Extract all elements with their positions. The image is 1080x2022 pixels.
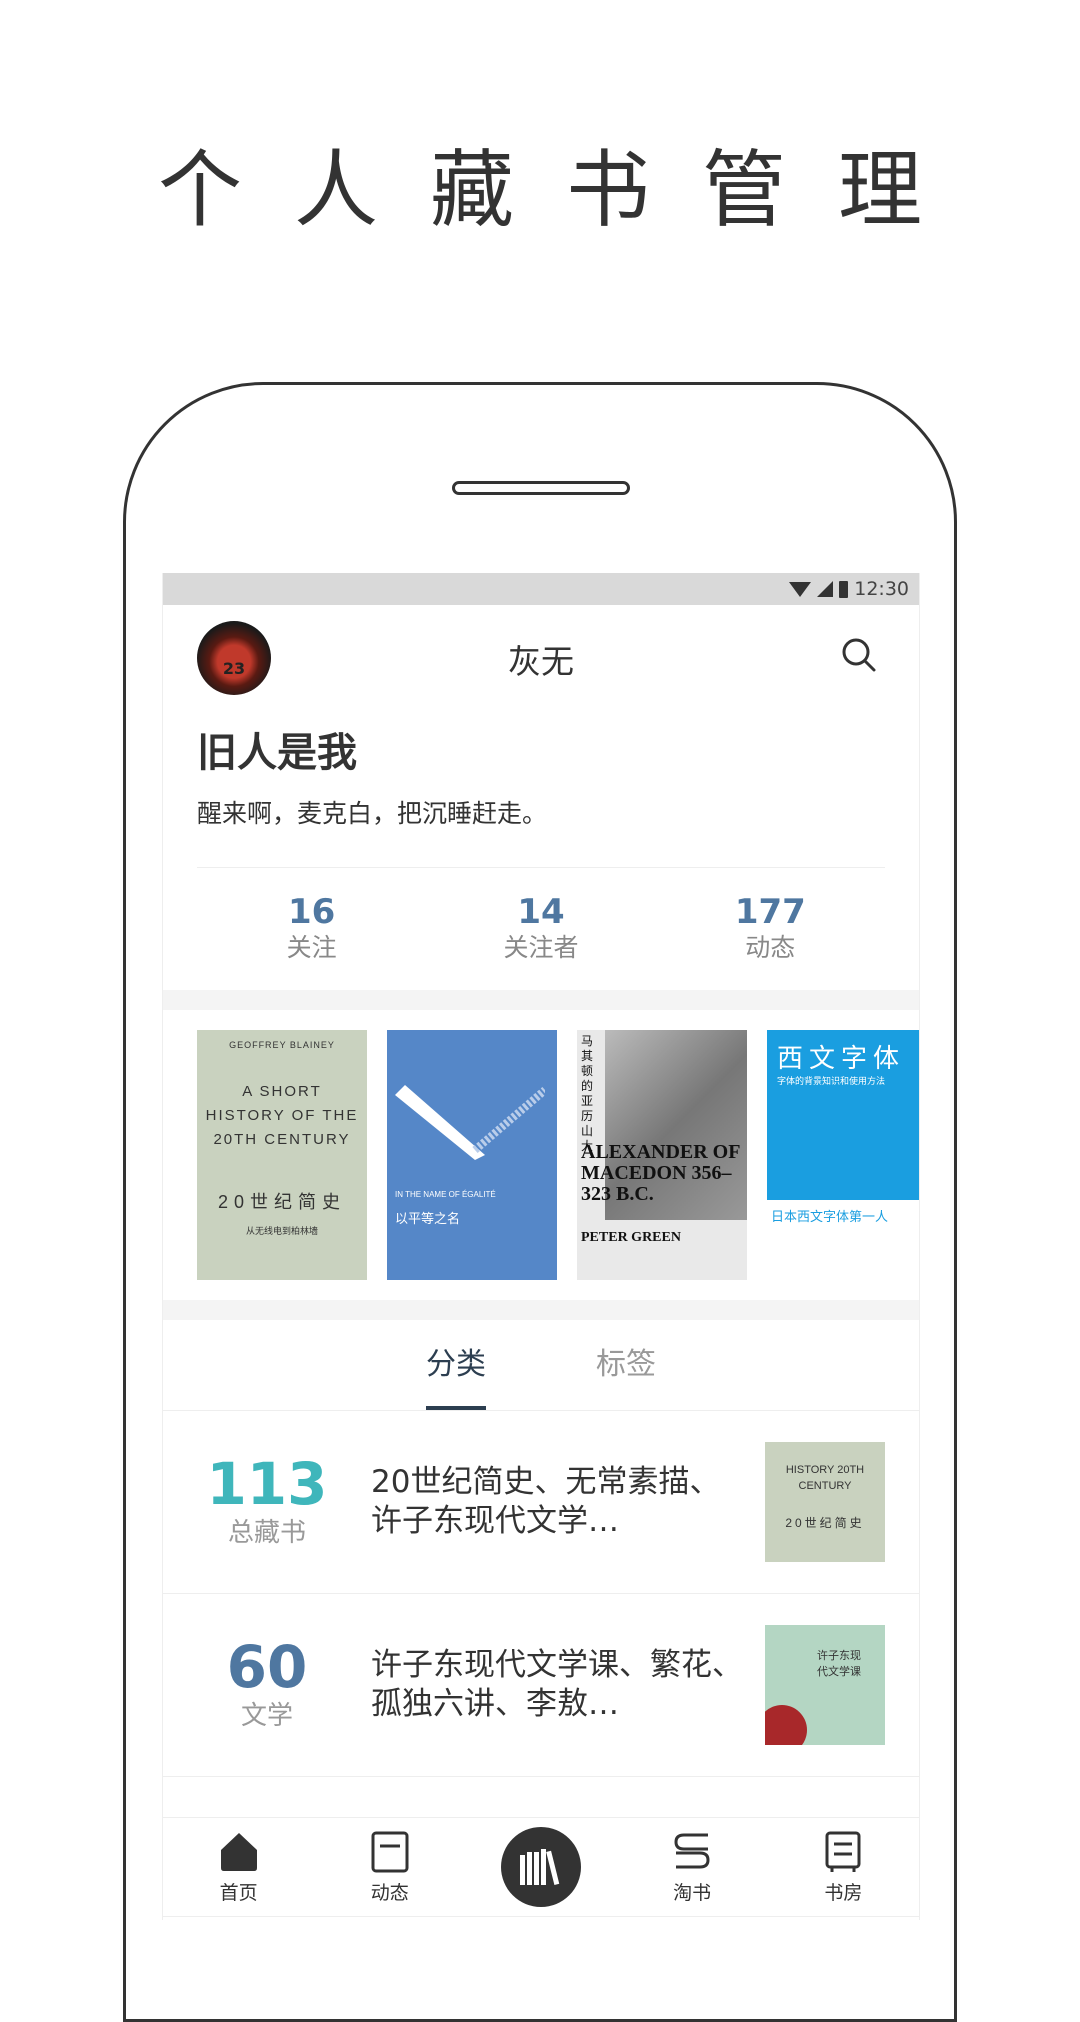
battery-icon [839, 580, 849, 598]
app-header: 23 灰无 [163, 605, 919, 705]
category-thumbnail: 许子东现代文学课 [765, 1625, 885, 1745]
stat-label: 关注 [286, 933, 337, 962]
category-count: 113 [206, 1450, 328, 1518]
category-books: 20世纪简史、无常素描、许子东现代文学… [371, 1464, 721, 1539]
stat-activity[interactable]: 177 动态 [690, 894, 850, 966]
tab-tags[interactable]: 标签 [596, 1320, 656, 1410]
promo-title: 个人藏书管理 [157, 141, 974, 239]
book-subtitle: 字体的背景知识和使用方法 [777, 1076, 886, 1086]
book-subtitle: 从无线电到柏林墙 [245, 1226, 318, 1236]
book-title-cn: 马其顿的亚历山大 [581, 1034, 594, 1153]
stat-value: 16 [287, 892, 336, 932]
nav-label: 淘书 [673, 1881, 712, 1904]
book-cover[interactable]: 马其顿的亚历山大 ALEXANDER OF MACEDON 356–323 B.… [577, 1030, 747, 1280]
book-cover[interactable]: IN THE NAME OF ÉGALITÉ 以平等之名 [387, 1030, 557, 1280]
category-label: 总藏书 [227, 1518, 306, 1548]
book-tagline: 日本西文字体第一人 [771, 1209, 889, 1224]
search-icon[interactable] [839, 635, 879, 675]
section-gap [163, 1300, 919, 1320]
nav-home[interactable]: 首页 [184, 1830, 294, 1905]
category-row[interactable]: 113 总藏书 20世纪简史、无常素描、许子东现代文学… HISTORY 20T… [163, 1411, 919, 1594]
section-gap [163, 990, 919, 1010]
book-title-en: A SHORT HISTORY OF THE 20TH CENTURY [205, 1083, 359, 1148]
book-title-cn: 以平等之名 [395, 1211, 461, 1226]
stat-followers[interactable]: 14 关注者 [461, 894, 621, 966]
bookshelf-button[interactable] [500, 1827, 581, 1907]
book-title-en: ALEXANDER OF MACEDON 356–323 B.C. [581, 1141, 740, 1205]
book-cover[interactable]: GEOFFREY BLAINEY A SHORT HISTORY OF THE … [197, 1030, 367, 1280]
nav-book-shop[interactable]: 淘书 [637, 1830, 747, 1905]
status-bar: 12:30 [163, 573, 919, 605]
category-label: 文学 [240, 1701, 293, 1731]
bookshelf-icon [519, 1849, 560, 1885]
book-carousel[interactable]: GEOFFREY BLAINEY A SHORT HISTORY OF THE … [163, 1010, 919, 1300]
nav-label: 书房 [824, 1881, 863, 1904]
tab-categories[interactable]: 分类 [426, 1320, 486, 1410]
nav-bookshelf[interactable] [486, 1827, 596, 1907]
category-count: 60 [226, 1633, 308, 1701]
book-title-cn: 西文字体 [777, 1043, 906, 1073]
book-author: GEOFFREY BLAINEY [229, 1040, 335, 1050]
study-icon [825, 1831, 861, 1872]
category-row[interactable]: 60 文学 许子东现代文学课、繁花、孤独六讲、李敖… 许子东现代文学课 [163, 1594, 919, 1777]
stat-label: 关注者 [503, 933, 579, 962]
tab-bar-categories: 分类 标签 [163, 1320, 919, 1411]
book-author: PETER GREEN [581, 1230, 681, 1245]
app-screen: 12:30 23 灰无 旧人是我 醒来啊，麦克白，把沉睡赶走。 16 关注 14… [162, 573, 920, 1920]
nav-label: 首页 [219, 1881, 258, 1904]
stat-following[interactable]: 16 关注 [232, 894, 392, 966]
nav-study[interactable]: 书房 [788, 1830, 898, 1905]
phone-speaker [452, 481, 630, 495]
book-cover[interactable]: 西文字体 字体的背景知识和使用方法 日本西文字体第一人 [767, 1030, 919, 1280]
stats-row: 16 关注 14 关注者 177 动态 [163, 868, 919, 990]
status-time: 12:30 [854, 578, 909, 600]
stat-value: 14 [517, 892, 565, 932]
nav-feed[interactable]: 动态 [335, 1830, 445, 1905]
book-title-en: IN THE NAME OF ÉGALITÉ [395, 1190, 496, 1199]
home-icon [220, 1832, 257, 1871]
nav-label: 动态 [370, 1881, 409, 1904]
category-books: 许子东现代文学课、繁花、孤独六讲、李敖… [371, 1647, 743, 1722]
book-shop-icon [674, 1833, 710, 1868]
category-thumbnail: HISTORY 20TH CENTURY 20世纪简史 [765, 1442, 885, 1562]
signal-icon [817, 581, 834, 597]
stat-label: 动态 [745, 933, 796, 962]
bottom-navigation: 首页 动态 淘书 书房 [163, 1817, 919, 1917]
wifi-icon [789, 581, 812, 597]
header-title: 灰无 [508, 642, 574, 681]
profile-section: 旧人是我 醒来啊，麦克白，把沉睡赶走。 [163, 727, 919, 831]
feed-icon [371, 1831, 409, 1872]
book-title-cn: 20世纪简史 [217, 1192, 347, 1212]
stat-value: 177 [734, 892, 806, 932]
staircase-graphic [395, 1085, 545, 1160]
profile-name: 旧人是我 [197, 730, 357, 776]
profile-bio: 醒来啊，麦克白，把沉睡赶走。 [197, 799, 548, 828]
